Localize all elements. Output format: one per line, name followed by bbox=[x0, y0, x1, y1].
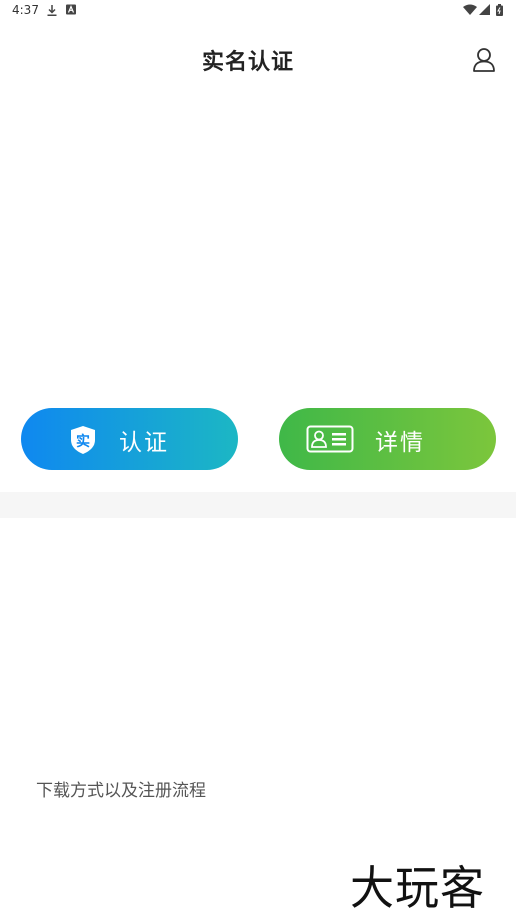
section-divider bbox=[0, 492, 516, 518]
signal-icon bbox=[479, 4, 490, 15]
notification-a-icon bbox=[66, 4, 76, 15]
shield-badge-icon: 实 bbox=[71, 426, 95, 454]
details-button[interactable]: 详情 bbox=[279, 408, 496, 470]
status-time: 4:37 bbox=[12, 3, 39, 17]
shield-badge-char: 实 bbox=[76, 433, 90, 450]
page-title: 实名认证 bbox=[201, 50, 294, 75]
user-icon[interactable] bbox=[470, 46, 498, 74]
download-guide-link[interactable]: 下载方式以及注册流程 bbox=[36, 776, 206, 801]
status-bar: 4:37 bbox=[0, 0, 516, 22]
id-card-icon bbox=[306, 425, 354, 453]
verify-label: 认证 bbox=[119, 430, 169, 456]
app-header: 实名认证 bbox=[0, 38, 516, 82]
verify-button[interactable]: 实 认证 bbox=[21, 408, 238, 470]
battery-icon bbox=[496, 4, 503, 16]
watermark-logo: 大玩客 bbox=[350, 861, 485, 916]
download-icon bbox=[47, 5, 57, 16]
wifi-icon bbox=[463, 4, 477, 15]
details-label: 详情 bbox=[375, 430, 425, 456]
